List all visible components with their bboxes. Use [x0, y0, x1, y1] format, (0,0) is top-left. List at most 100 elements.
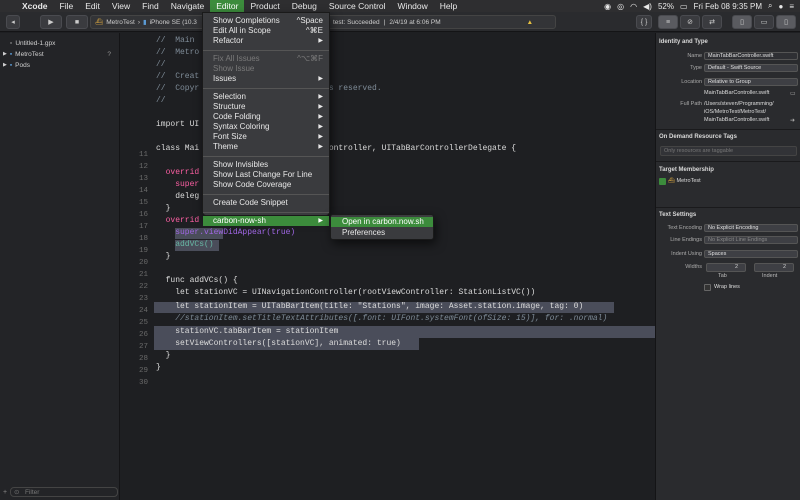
line-endings-select[interactable]: No Explicit Line Endings — [704, 236, 798, 244]
menu-item-show-invisibles[interactable]: Show Invisibles — [203, 160, 329, 170]
toggle-inspector-button[interactable]: ▯ — [776, 15, 796, 29]
siri-icon[interactable]: ● — [778, 2, 783, 11]
toggle-debug-area-button[interactable]: ▭ — [754, 15, 774, 29]
menu-item-code-folding[interactable]: Code Folding ▶ — [203, 112, 329, 122]
menu-item-refactor[interactable]: Refactor ▶ — [203, 36, 329, 46]
nav-item-metrotest[interactable]: ▶ ▪ MetroTest ? — [3, 49, 119, 59]
add-icon[interactable]: + — [3, 489, 7, 496]
text-settings-header: Text Settings — [659, 212, 697, 218]
filter-placeholder: Filter — [25, 489, 40, 496]
menu-product[interactable]: Product — [244, 0, 285, 12]
line-number: 19 — [138, 247, 148, 255]
code-line: let stationItem = UITabBarItem(title: "S… — [156, 302, 584, 311]
menu-help[interactable]: Help — [434, 0, 463, 12]
disclosure-triangle-icon[interactable]: ▶ — [3, 51, 7, 57]
name-field[interactable]: MainTabBarController.swift — [704, 52, 798, 60]
menu-item-edit-all-in-scope[interactable]: Edit All in Scope ^⌘E — [203, 26, 329, 36]
close-window-icon[interactable]: ◂ — [6, 15, 20, 29]
code-line: deleg — [156, 192, 200, 201]
menu-item-syntax-coloring[interactable]: Syntax Coloring ▶ — [203, 122, 329, 132]
battery-icon[interactable]: ▭ — [680, 2, 688, 11]
search-icon[interactable]: ⌕ — [768, 1, 772, 11]
menu-editor[interactable]: Editor — [210, 0, 245, 12]
line-number: 12 — [138, 163, 148, 171]
indent-using-select[interactable]: Spaces — [704, 250, 798, 258]
filter-field[interactable]: ⊙ Filter — [10, 487, 118, 497]
menu-source-control[interactable]: Source Control — [323, 0, 392, 12]
type-select[interactable]: Default - Swift Source — [704, 64, 798, 72]
standard-editor-button[interactable]: ≡ — [658, 15, 678, 29]
menu-item-show-last-change[interactable]: Show Last Change For Line — [203, 170, 329, 180]
nav-item-gpx[interactable]: ▫ Untitled-1.gpx — [10, 38, 55, 48]
code-line: // — [156, 60, 166, 69]
target-checkbox[interactable] — [659, 178, 666, 185]
target-header: Target Membership — [659, 167, 714, 173]
activity-viewer[interactable]: test: Succeeded | 2/4/19 at 6:06 PM ▲ — [320, 15, 556, 29]
source-control-badge: ? — [107, 50, 111, 58]
menu-item-label: Show Code Coverage — [213, 180, 292, 189]
source-editor[interactable]: 11 12 13 14 15 16 17 18 19 20 21 22 23 2… — [120, 33, 655, 500]
reveal-arrow-icon[interactable]: ➜ — [790, 117, 795, 124]
location-label: Location — [681, 79, 702, 85]
submenu-item-preferences[interactable]: Preferences — [331, 228, 433, 238]
spotlight-icon[interactable]: ◎ — [617, 2, 624, 11]
menu-find[interactable]: Find — [136, 0, 165, 12]
line-number: 23 — [138, 295, 148, 303]
library-button[interactable]: { } — [636, 15, 652, 29]
menu-xcode[interactable]: Xcode — [16, 0, 54, 12]
submenu-arrow-icon: ▶ — [318, 76, 323, 82]
folder-icon[interactable]: ▭ — [790, 90, 796, 97]
indent-width-stepper[interactable]: 2 — [754, 263, 794, 272]
wifi-icon[interactable]: ◠ — [630, 2, 637, 11]
disclosure-triangle-icon[interactable]: ▶ — [3, 62, 7, 68]
menu-item-font-size[interactable]: Font Size ▶ — [203, 132, 329, 142]
version-editor-button[interactable]: ⇄ — [702, 15, 722, 29]
menu-window[interactable]: Window — [392, 0, 434, 12]
menu-edit[interactable]: Edit — [79, 0, 106, 12]
submenu-item-open-in-carbon[interactable]: Open in carbon.now.sh — [331, 217, 433, 227]
resource-tags-field[interactable]: Only resources are taggable — [660, 146, 797, 156]
nav-item-pods[interactable]: ▶ ▪ Pods — [3, 60, 30, 70]
encoding-select[interactable]: No Explicit Encoding — [704, 224, 798, 232]
menu-view[interactable]: View — [106, 0, 136, 12]
menu-item-selection[interactable]: Selection ▶ — [203, 92, 329, 102]
location-select[interactable]: Relative to Group — [704, 78, 798, 86]
menu-item-create-code-snippet[interactable]: Create Code Snippet — [203, 198, 329, 208]
stop-button[interactable]: ■ — [66, 15, 88, 29]
toggle-navigator-button[interactable]: ▯ — [732, 15, 752, 29]
menu-file[interactable]: File — [54, 0, 80, 12]
wrap-lines-checkbox[interactable] — [704, 284, 711, 291]
menu-item-show-completions[interactable]: Show Completions ^Space — [203, 16, 329, 26]
menubar-clock[interactable]: Fri Feb 08 9:35 PM — [694, 2, 762, 11]
code-line: } — [156, 252, 171, 261]
name-label: Name — [687, 53, 702, 59]
line-number: 27 — [138, 343, 148, 351]
menu-item-label: Code Folding — [213, 112, 261, 121]
apple-menu-icon[interactable] — [0, 0, 16, 12]
menu-shortcut: ^Space — [296, 16, 323, 25]
indent-using-label: Indent Using — [671, 251, 702, 257]
code-line: stationVC.tabBarItem = stationItem — [156, 327, 339, 336]
submenu-arrow-icon: ▶ — [318, 104, 323, 110]
line-number: 26 — [138, 331, 148, 339]
menu-item-show-code-coverage[interactable]: Show Code Coverage — [203, 180, 329, 190]
warning-icon[interactable]: ▲ — [527, 19, 533, 26]
menu-navigate[interactable]: Navigate — [165, 0, 211, 12]
menu-item-label: Show Completions — [213, 16, 280, 25]
tab-width-stepper[interactable]: 2 — [706, 263, 746, 272]
line-number: 17 — [138, 223, 148, 231]
volume-icon[interactable]: ◀) — [643, 2, 652, 11]
menu-item-label: Theme — [213, 142, 238, 151]
menu-item-issues[interactable]: Issues ▶ — [203, 74, 329, 84]
notification-center-icon[interactable]: ≡ — [789, 2, 794, 11]
menu-item-carbon-now-sh[interactable]: carbon-now-sh ▶ — [203, 216, 329, 226]
menu-item-theme[interactable]: Theme ▶ — [203, 142, 329, 152]
run-button[interactable]: ▶ — [40, 15, 62, 29]
code-line: } — [156, 204, 171, 213]
code-line: addVCs() — [156, 240, 214, 249]
menu-item-structure[interactable]: Structure ▶ — [203, 102, 329, 112]
status-icon[interactable]: ◉ — [604, 2, 611, 11]
code-line: // — [156, 96, 166, 105]
menu-debug[interactable]: Debug — [286, 0, 323, 12]
assistant-editor-button[interactable]: ⊘ — [680, 15, 700, 29]
